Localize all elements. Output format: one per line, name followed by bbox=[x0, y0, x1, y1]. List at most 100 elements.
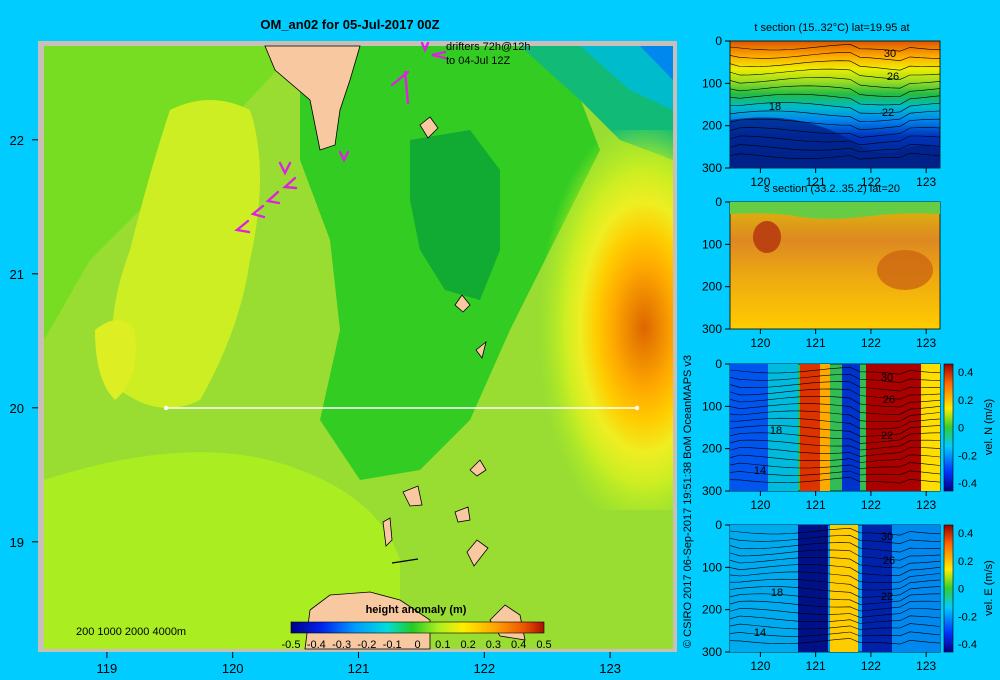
ve-section-y-ticks: 0 100 200 300 bbox=[702, 518, 730, 659]
map-panel: OM_an02 for 05-Jul-2017 00Z drifters 72h… bbox=[10, 17, 677, 676]
contour-label: 26 bbox=[883, 394, 895, 406]
section-y-tick-label: 0 bbox=[715, 357, 722, 371]
t-section-y-ticks: 0 100 200 300 bbox=[702, 34, 730, 175]
contour-label: 22 bbox=[881, 591, 893, 603]
contour-label: 30 bbox=[881, 372, 893, 384]
map-x-ticks: 119 120 121 122 123 bbox=[97, 652, 621, 676]
ve-colorbar-ticks: 0.4 0.2 0 -0.2 -0.4 bbox=[958, 528, 977, 651]
section-y-tick-label: 100 bbox=[702, 399, 722, 413]
map-y-tick-label: 21 bbox=[10, 267, 24, 282]
vn-section-panel: 302618 2214 0.40.20-0.2-0.4 vel. N (m/s) … bbox=[702, 357, 995, 512]
velocity-colorbar-tick-label: 0 bbox=[958, 423, 964, 435]
colorbar-tick-label: 0.3 bbox=[486, 639, 501, 651]
map-y-tick-label: 20 bbox=[10, 401, 24, 416]
section-x-tick-label: 120 bbox=[750, 336, 770, 350]
s-section-salty-core-2 bbox=[877, 250, 933, 290]
section-x-tick-label: 123 bbox=[916, 659, 936, 673]
ve-colorbar-label: vel. E (m/s) bbox=[983, 560, 995, 616]
s-section-x-ticks: 120 121 122 123 bbox=[750, 329, 937, 350]
section-x-tick-label: 122 bbox=[861, 498, 881, 512]
ve-section-panel: 302618 2214 0.40.20-0.2-0.4 vel. E (m/s) … bbox=[702, 518, 995, 673]
contour-label: 14 bbox=[754, 627, 766, 639]
map-x-tick-label: 123 bbox=[599, 661, 621, 676]
section-start-marker bbox=[163, 405, 169, 411]
velocity-colorbar-tick-label: -0.2 bbox=[958, 611, 977, 623]
colorbar-tick-label: 0.4 bbox=[511, 639, 526, 651]
section-x-tick-label: 123 bbox=[916, 498, 936, 512]
vn-colorbar bbox=[943, 363, 954, 492]
velocity-colorbar-tick-label: -0.4 bbox=[958, 478, 977, 490]
section-x-tick-label: 120 bbox=[750, 498, 770, 512]
figure-canvas: OM_an02 for 05-Jul-2017 00Z drifters 72h… bbox=[10, 17, 995, 676]
contour-label: 18 bbox=[770, 425, 782, 437]
vn-colorbar-label: vel. N (m/s) bbox=[983, 399, 995, 455]
section-x-tick-label: 121 bbox=[806, 336, 826, 350]
velocity-colorbar-tick-label: -0.2 bbox=[958, 450, 977, 462]
colorbar-tick-label: 0.5 bbox=[536, 639, 551, 651]
s-section-y-ticks: 0 100 200 300 bbox=[702, 195, 730, 336]
section-y-tick-label: 300 bbox=[702, 484, 722, 498]
colorbar-tick-label: -0.1 bbox=[383, 639, 402, 651]
map-x-tick-label: 121 bbox=[348, 661, 370, 676]
section-y-tick-label: 100 bbox=[702, 560, 722, 574]
colorbar-tick-label: -0.3 bbox=[332, 639, 351, 651]
section-y-tick-label: 200 bbox=[702, 442, 722, 456]
contour-label: 26 bbox=[883, 555, 895, 567]
vn-section-y-ticks: 0 100 200 300 bbox=[702, 357, 730, 498]
map-title: OM_an02 for 05-Jul-2017 00Z bbox=[260, 17, 439, 32]
contour-label: 18 bbox=[769, 101, 781, 113]
section-y-tick-label: 100 bbox=[702, 237, 722, 251]
section-x-tick-label: 121 bbox=[806, 659, 826, 673]
contour-label: 30 bbox=[884, 48, 896, 60]
colorbar-tick-label: -0.4 bbox=[307, 639, 326, 651]
map-x-tick-label: 119 bbox=[97, 661, 118, 676]
colorbar bbox=[290, 621, 545, 634]
section-x-tick-label: 123 bbox=[916, 175, 936, 189]
colorbar-title: height anomaly (m) bbox=[366, 604, 467, 616]
ve-band-blue bbox=[862, 525, 892, 652]
vn-colorbar-ticks: 0.4 0.2 0 -0.2 -0.4 bbox=[958, 367, 977, 490]
vn-band-orange bbox=[820, 364, 830, 491]
drifters-label-line1: drifters 72h@12h bbox=[446, 41, 531, 53]
section-y-tick-label: 0 bbox=[715, 195, 722, 209]
contour-label: 14 bbox=[754, 465, 766, 477]
section-y-tick-label: 300 bbox=[702, 645, 722, 659]
section-x-tick-label: 120 bbox=[750, 659, 770, 673]
section-y-tick-label: 300 bbox=[702, 322, 722, 336]
t-section-panel: t section (15..32°C) lat=19.95 at 30 26 18… bbox=[702, 22, 941, 189]
velocity-colorbar-tick-label: 0 bbox=[958, 584, 964, 596]
ve-colorbar bbox=[943, 524, 954, 653]
section-end-marker bbox=[634, 405, 640, 411]
vn-section-x-ticks: 120 121 122 123 bbox=[750, 491, 937, 512]
section-x-tick-label: 122 bbox=[861, 659, 881, 673]
t-section-title: t section (15..32°C) lat=19.95 at bbox=[754, 22, 909, 34]
contour-label: 22 bbox=[881, 430, 893, 442]
section-y-tick-label: 200 bbox=[702, 280, 722, 294]
colorbar-tick-label: 0 bbox=[414, 639, 420, 651]
section-y-tick-label: 0 bbox=[715, 34, 722, 48]
drifters-label-line2: to 04-Jul 12Z bbox=[446, 55, 510, 67]
ve-section-x-ticks: 120 121 122 123 bbox=[750, 652, 937, 673]
contour-label: 22 bbox=[882, 107, 894, 119]
velocity-colorbar-tick-label: 0.2 bbox=[958, 395, 973, 407]
map-warm-eddy bbox=[480, 130, 673, 510]
velocity-colorbar-tick-label: -0.4 bbox=[958, 639, 977, 651]
colorbar-tick-label: 0.1 bbox=[435, 639, 450, 651]
s-section-salty-core bbox=[753, 221, 781, 253]
depth-legend: 200 1000 2000 4000m bbox=[76, 626, 186, 638]
section-x-tick-label: 121 bbox=[806, 498, 826, 512]
colorbar-ticks: -0.5 -0.4 -0.3 -0.2 -0.1 0 0.1 0.2 0.3 0.4 0.5 bbox=[282, 639, 552, 651]
colorbar-tick-label: -0.5 bbox=[282, 639, 301, 651]
credit-text: © CSIRO 2017 06-Sep-2017 19:51:38 BoM Oc… bbox=[682, 355, 694, 648]
s-section-panel: s section (33.2..35.2) lat=20 120 121 122 1… bbox=[702, 183, 941, 350]
map-y-tick-label: 19 bbox=[10, 535, 24, 550]
map-x-tick-label: 120 bbox=[222, 661, 244, 676]
map-x-tick-label: 122 bbox=[473, 661, 495, 676]
section-x-tick-label: 123 bbox=[916, 336, 936, 350]
colorbar-tick-label: -0.2 bbox=[357, 639, 376, 651]
section-x-tick-label: 122 bbox=[861, 336, 881, 350]
colorbar-tick-label: 0.2 bbox=[460, 639, 475, 651]
section-y-tick-label: 100 bbox=[702, 76, 722, 90]
section-y-tick-label: 0 bbox=[715, 518, 722, 532]
velocity-colorbar-tick-label: 0.4 bbox=[958, 528, 973, 540]
